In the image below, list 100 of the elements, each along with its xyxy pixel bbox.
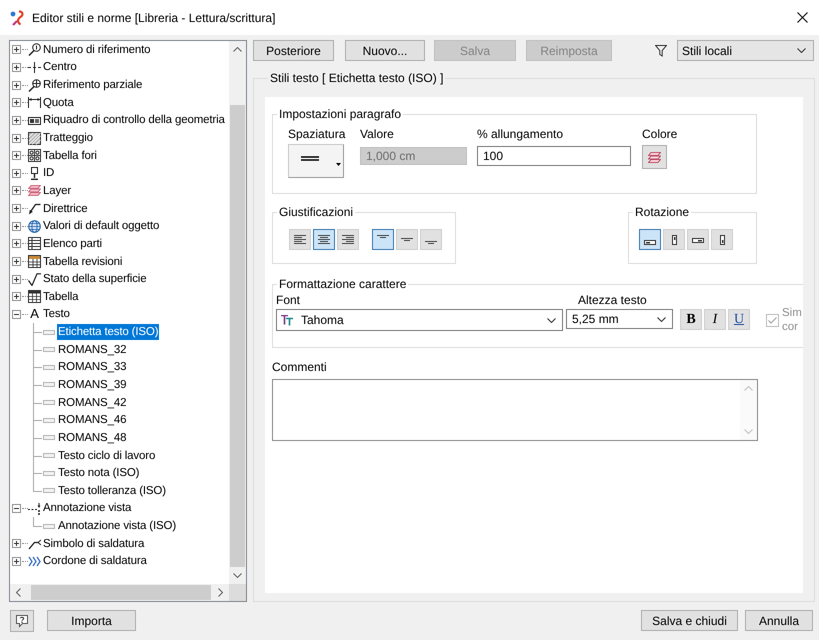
style-toggle[interactable]: I (704, 309, 726, 330)
target-icon (28, 78, 41, 92)
expand-toggle[interactable] (12, 116, 21, 125)
close-icon[interactable] (797, 12, 808, 23)
tree-item[interactable]: Elenco parti (42, 236, 103, 252)
double-line-icon (301, 156, 319, 161)
vertical-scrollbar[interactable] (229, 41, 246, 584)
leader-icon (28, 202, 41, 216)
rectangle-icon (43, 364, 55, 370)
tree-item[interactable]: Tabella (42, 288, 80, 305)
style-toggle[interactable]: U (728, 309, 750, 330)
tree-item[interactable]: ROMANS_32 (57, 342, 128, 358)
tree-item[interactable]: Simbolo di saldatura (42, 536, 146, 552)
tree-item[interactable]: Tratteggio (42, 130, 94, 146)
tree-item[interactable]: Tabella revisioni (42, 254, 124, 270)
horizontal-scrollbar[interactable] (10, 584, 229, 601)
expand-toggle[interactable] (12, 134, 21, 143)
filter-icon[interactable] (655, 44, 667, 56)
table-icon (28, 255, 41, 268)
tree-item[interactable]: Annotazione vista (42, 500, 132, 516)
field-label: Colore (642, 127, 678, 141)
toolbar-button[interactable]: Nuovo... (345, 40, 425, 61)
cancel-button[interactable]: Annulla (745, 610, 813, 631)
rectangle-icon (43, 330, 55, 335)
tree-item[interactable]: ROMANS_46 (57, 412, 128, 428)
chevron-right-icon[interactable] (218, 588, 223, 597)
tree-item[interactable]: Layer (42, 182, 72, 199)
expand-toggle[interactable] (12, 168, 21, 178)
chevron-up-icon[interactable] (233, 47, 242, 52)
expand-toggle[interactable] (12, 80, 21, 90)
stretch-field[interactable]: 100 (477, 146, 631, 166)
rectangle-icon (43, 470, 55, 476)
height-dropdown[interactable]: 5,25 mm (566, 309, 673, 329)
tree-item[interactable]: Testo (42, 306, 71, 322)
tree-item[interactable]: Testo tolleranza (ISO) (57, 482, 167, 499)
chevron-up-icon (744, 386, 753, 391)
spacing-dropdown[interactable] (288, 144, 344, 178)
expand-toggle[interactable] (12, 539, 21, 548)
tree-item[interactable]: ID (42, 165, 56, 182)
field-label: % allungamento (477, 127, 564, 141)
expand-toggle[interactable] (12, 274, 21, 284)
tree-item[interactable]: ROMANS_42 (57, 394, 128, 411)
expand-toggle[interactable] (12, 310, 21, 319)
group-title: Formattazione carattere (278, 277, 408, 291)
tree-item[interactable]: Riquadro di controllo della geometria (42, 112, 226, 128)
tree-item[interactable]: Testo ciclo di lavoro (57, 448, 156, 464)
dimension-icon (28, 96, 41, 110)
import-button[interactable]: Importa (47, 610, 136, 631)
expand-toggle[interactable] (12, 222, 21, 231)
color-button[interactable] (642, 145, 667, 169)
crosshair-icon (28, 60, 41, 74)
tree-item[interactable]: Quota (42, 94, 75, 111)
tree-item[interactable]: Riferimento parziale (42, 77, 144, 94)
style-toggle[interactable]: B (680, 309, 702, 330)
save-and-close-button[interactable]: Salva e chiudi (641, 610, 738, 631)
tree-item[interactable]: Direttrice (42, 200, 89, 217)
tree-item[interactable]: Stato della superficie (42, 271, 148, 288)
scrollbar-thumb[interactable] (230, 105, 245, 567)
tree-item[interactable]: Valori di default oggetto (42, 218, 160, 234)
chevron-down-icon[interactable] (233, 573, 242, 578)
tree-item[interactable]: Centro (42, 59, 78, 76)
tree-item[interactable]: Annotazione vista (ISO) (57, 518, 177, 534)
help-button[interactable] (10, 610, 34, 632)
expand-toggle[interactable] (12, 151, 21, 160)
tree-item[interactable]: Tabella fori (42, 148, 98, 164)
toolbar-button[interactable]: Posteriore (253, 40, 334, 61)
align-middle-icon (401, 235, 413, 244)
tree-item[interactable]: ROMANS_33 (57, 359, 128, 376)
leader-flag-icon (28, 537, 41, 550)
tree-item[interactable]: Numero di riferimento (42, 42, 152, 58)
rectangle-icon (43, 400, 55, 406)
layers-icon (648, 152, 661, 162)
toggle-button[interactable] (372, 229, 394, 250)
rectangle-icon (43, 418, 55, 423)
expand-toggle[interactable] (12, 556, 21, 566)
scrollbar-thumb[interactable] (31, 585, 211, 600)
tree-item[interactable]: ROMANS_48 (57, 430, 128, 446)
field-label: Altezza testo (577, 293, 648, 307)
tree-item[interactable]: ROMANS_39 (57, 376, 128, 393)
tree-item[interactable]: Cordone di saldatura (42, 553, 148, 570)
expand-toggle[interactable] (12, 239, 21, 248)
tree-item[interactable]: Etichetta testo (ISO) (57, 324, 160, 340)
grid-icon (28, 149, 41, 162)
expand-toggle[interactable] (12, 45, 21, 54)
toggle-button[interactable] (639, 229, 661, 250)
filter-dropdown[interactable]: Stili locali (677, 40, 814, 61)
window-title: Editor stili e norme [Libreria - Lettura/scrittura] (32, 10, 276, 24)
tree-item[interactable]: Testo nota (ISO) (57, 465, 140, 482)
chevron-left-icon[interactable] (16, 588, 21, 597)
expand-toggle[interactable] (12, 186, 21, 196)
expand-toggle[interactable] (12, 292, 21, 302)
comments-field[interactable] (272, 379, 758, 441)
font-dropdown[interactable]: Tahoma (276, 309, 563, 331)
expand-toggle[interactable] (12, 204, 21, 214)
align-center-icon (318, 235, 330, 244)
expand-toggle[interactable] (12, 257, 21, 266)
expand-toggle[interactable] (12, 98, 21, 108)
toggle-button[interactable] (313, 229, 335, 250)
expand-toggle[interactable] (12, 504, 21, 513)
expand-toggle[interactable] (12, 62, 21, 72)
